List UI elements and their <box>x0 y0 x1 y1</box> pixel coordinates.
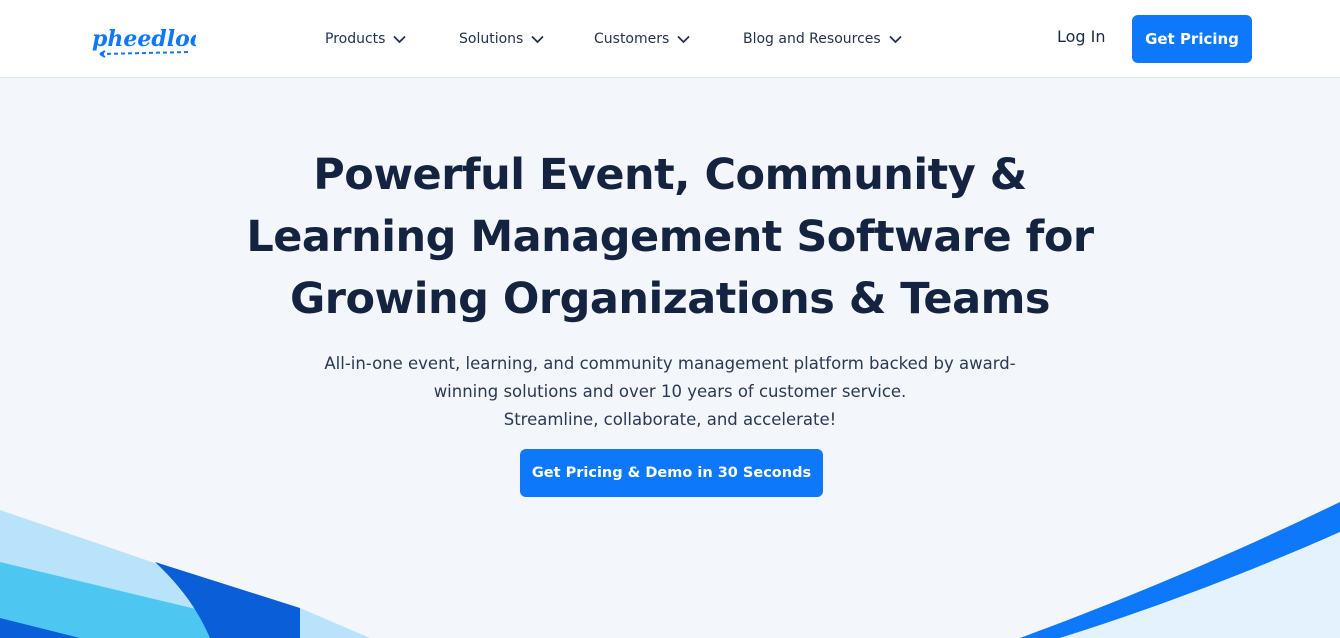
hero-subtitle: All-in-one event, learning, and communit… <box>220 350 1120 434</box>
nav-solutions-label: Solutions <box>459 31 524 47</box>
nav-products-label: Products <box>325 31 386 47</box>
hero-title-line: Learning Management Software for <box>246 212 1094 262</box>
nav-blog-resources[interactable]: Blog and Resources <box>743 28 902 50</box>
logo-icon: pheedloop <box>92 26 220 58</box>
chevron-down-icon <box>531 35 544 43</box>
hero-title-line: Powerful Event, Community & <box>313 150 1027 200</box>
get-pricing-button[interactable]: Get Pricing <box>1132 15 1252 63</box>
svg-text:pheedloop: pheedloop <box>92 26 196 52</box>
hero-title-line: Growing Organizations & Teams <box>289 274 1051 324</box>
hero-title: Powerful Event, Community & Learning Man… <box>170 144 1170 330</box>
nav-blog-resources-label: Blog and Resources <box>743 31 881 47</box>
login-link[interactable]: Log In <box>1057 27 1106 46</box>
nav-products[interactable]: Products <box>325 28 406 50</box>
site-header: pheedloop Products Solutions Customers <box>0 0 1340 78</box>
nav-customers-label: Customers <box>594 31 670 47</box>
pheedloop-logo[interactable]: pheedloop <box>92 22 220 60</box>
hero-subtitle-line: All-in-one event, learning, and communit… <box>324 354 1016 373</box>
hero-subtitle-line: winning solutions and over 10 years of c… <box>433 382 907 401</box>
nav-customers[interactable]: Customers <box>594 28 690 50</box>
nav-solutions[interactable]: Solutions <box>459 28 544 50</box>
chevron-down-icon <box>889 35 902 43</box>
chevron-down-icon <box>677 35 690 43</box>
hero-subtitle-line: Streamline, collaborate, and accelerate! <box>503 410 837 429</box>
landing-page: pheedloop Products Solutions Customers <box>0 0 1340 638</box>
chevron-down-icon <box>394 35 406 43</box>
decorative-waves <box>0 502 1340 638</box>
